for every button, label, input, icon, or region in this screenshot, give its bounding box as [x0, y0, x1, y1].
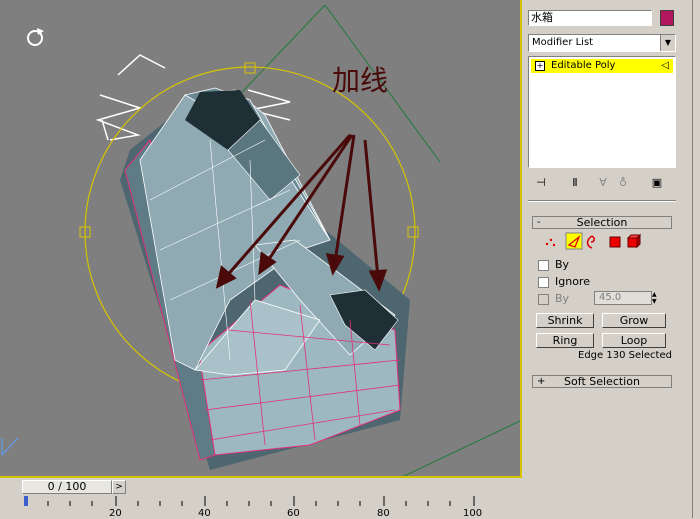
modifier-list-dropdown[interactable]: Modifier List ▼ — [528, 34, 676, 52]
selection-rollout-header[interactable]: - Selection — [532, 216, 672, 229]
command-panel: 水箱 Modifier List ▼ + Editable Poly ◁ ⊣ Ⅱ… — [522, 0, 700, 518]
shrink-button[interactable]: Shrink — [536, 313, 594, 328]
light-line — [403, 420, 520, 476]
checkbox-label: By — [555, 292, 570, 305]
time-slider[interactable]: 0 / 100 — [22, 480, 112, 494]
by-vertex-checkbox[interactable]: By — [538, 258, 569, 272]
ring-button[interactable]: Ring — [536, 333, 594, 348]
checkbox-box[interactable] — [538, 293, 549, 305]
checkbox-label: Ignore — [555, 275, 590, 288]
object-color-swatch[interactable] — [660, 10, 674, 26]
make-unique-icon[interactable]: ∀ — [594, 175, 612, 191]
element-icon — [626, 233, 642, 249]
collapse-icon: - — [537, 217, 541, 228]
selection-status: Edge 130 Selected — [578, 350, 672, 361]
modifier-list-label: Modifier List — [532, 37, 594, 48]
subobject-toolbar — [545, 232, 642, 250]
time-bar: 0 / 100 > — [0, 478, 522, 496]
object-name-field[interactable]: 水箱 — [528, 10, 652, 26]
loop-button[interactable]: Loop — [602, 333, 666, 348]
show-end-result-icon[interactable]: Ⅱ — [566, 175, 584, 191]
border-icon — [586, 235, 595, 249]
divider — [528, 200, 676, 202]
ignore-backfacing-checkbox[interactable]: Ignore — [538, 275, 590, 289]
vertex-icon — [545, 238, 556, 247]
modifier-stack[interactable]: + Editable Poly ◁ — [528, 56, 676, 168]
ruler-label: 20 — [109, 508, 122, 519]
configure-sets-icon[interactable]: ▣ — [648, 175, 666, 191]
polygon-icon — [609, 236, 621, 248]
by-angle-checkbox[interactable]: By — [538, 292, 569, 306]
soft-selection-title: Soft Selection — [564, 375, 640, 388]
axis-tripod-icon — [1, 437, 19, 456]
ruler-label: 40 — [198, 508, 211, 519]
perspective-viewport[interactable]: 加线 — [0, 0, 522, 478]
track-ruler[interactable]: 20 40 60 80 100 — [0, 496, 522, 519]
checkbox-box[interactable] — [538, 276, 549, 288]
circle-handle — [244, 62, 256, 74]
viewport-canvas: 加线 — [1, 4, 520, 476]
pin-stack-icon[interactable]: ⊣ — [532, 175, 550, 191]
expand-icon[interactable]: + — [535, 61, 545, 71]
expand-icon: + — [537, 376, 546, 387]
checkbox-box[interactable] — [538, 259, 549, 271]
circle-handle — [407, 226, 419, 238]
gizmo-stroke — [95, 94, 143, 141]
remove-modifier-icon[interactable]: ♁ — [614, 175, 632, 191]
ruler-label: 100 — [463, 508, 483, 519]
ruler-label: 60 — [287, 508, 300, 519]
stack-item-editable-poly[interactable]: + Editable Poly ◁ — [531, 59, 673, 73]
stack-toolbar: ⊣ Ⅱ ∀ ♁ ▣ — [528, 172, 676, 194]
angle-spinner-field[interactable]: 45.0 — [594, 291, 652, 305]
stack-item-label: Editable Poly — [551, 60, 616, 71]
spinner-arrows-icon[interactable]: ▲ ▼ — [652, 291, 660, 305]
panel-scrollbar[interactable] — [692, 0, 700, 518]
chevron-down-icon[interactable]: ▼ — [660, 35, 675, 51]
soft-selection-rollout-header[interactable]: + Soft Selection — [532, 375, 672, 388]
annotation-text: 加线 — [332, 64, 388, 97]
gizmo-stroke — [117, 54, 166, 76]
rotate-icon — [27, 28, 44, 46]
next-frame-button[interactable]: > — [112, 480, 126, 494]
grow-button[interactable]: Grow — [602, 313, 666, 328]
selection-title: Selection — [576, 216, 628, 229]
edge-subobject-icon: ◁ — [661, 60, 669, 71]
ruler-label: 80 — [377, 508, 390, 519]
ruler-ticks — [24, 496, 475, 506]
checkbox-label: By — [555, 258, 570, 271]
